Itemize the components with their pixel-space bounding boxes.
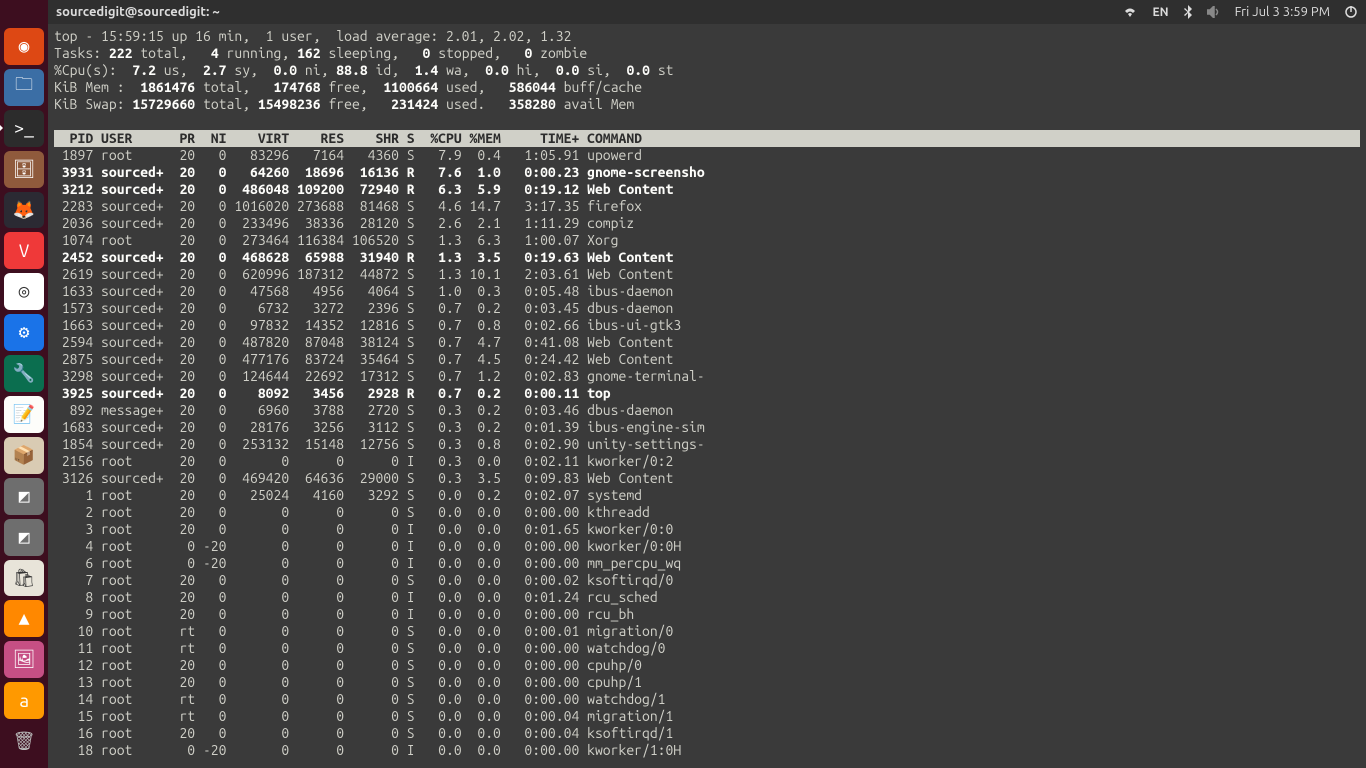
launcher-item-tweak[interactable]: 🔧 [4,355,44,392]
launcher-item-vivaldi[interactable]: V [4,232,44,269]
top-summary-line: top - 15:59:15 up 16 min, 1 user, load a… [54,28,1360,45]
launcher-item-software[interactable]: 🛍 [4,560,44,597]
launcher-item-image[interactable]: 🖼 [4,641,44,678]
top-summary-line: Tasks: 222 total, 4 running, 162 sleepin… [54,45,1360,62]
process-row: 2875 sourced+ 20 0 477176 83724 35464 S … [54,351,1360,368]
volume-icon[interactable] [1207,6,1221,18]
process-row: 3126 sourced+ 20 0 469420 64636 29000 S … [54,470,1360,487]
launcher-item-nautilus[interactable]: 🗄 [4,151,44,188]
process-row: 6 root 0 -20 0 0 0 I 0.0 0.0 0:00.00 mm_… [54,555,1360,572]
process-row: 3298 sourced+ 20 0 124644 22692 17312 S … [54,368,1360,385]
launcher-item-archiver[interactable]: 📦 [4,437,44,474]
launcher-item-dash[interactable]: ◉ [4,28,44,65]
top-summary-line: %Cpu(s): 7.2 us, 2.7 sy, 0.0 ni, 88.8 id… [54,62,1360,79]
launcher-item-terminal[interactable]: >_ [4,110,44,147]
blank-line [54,113,1360,130]
launcher-item-files[interactable]: 🗀 [4,69,44,106]
process-row: 1663 sourced+ 20 0 97832 14352 12816 S 0… [54,317,1360,334]
top-menubar: sourcedigit@sourcedigit: ~ EN Fri Jul 3 … [48,0,1366,24]
process-row: 2619 sourced+ 20 0 620996 187312 44872 S… [54,266,1360,283]
unity-launcher: ◉ 🗀 >_ 🗄 🦊V ◎ ⚙ 🔧 📝 📦 ◩ ◩ 🛍▲ 🖼 a 🗑 [0,0,48,768]
language-indicator[interactable]: EN [1152,6,1168,19]
indicator-area: EN Fri Jul 3 3:59 PM [1122,5,1358,19]
launcher-item-chrome[interactable]: ◎ [4,273,44,310]
process-row: 18 root 0 -20 0 0 0 I 0.0 0.0 0:00.00 kw… [54,742,1360,759]
process-row: 1633 sourced+ 20 0 47568 4956 4064 S 1.0… [54,283,1360,300]
process-row: 3931 sourced+ 20 0 64260 18696 16136 R 7… [54,164,1360,181]
process-row: 892 message+ 20 0 6960 3788 2720 S 0.3 0… [54,402,1360,419]
process-row: 1074 root 20 0 273464 116384 106520 S 1.… [54,232,1360,249]
process-row: 1854 sourced+ 20 0 253132 15148 12756 S … [54,436,1360,453]
process-row: 15 root rt 0 0 0 0 S 0.0 0.0 0:00.04 mig… [54,708,1360,725]
top-summary-line: KiB Mem : 1861476 total, 174768 free, 11… [54,79,1360,96]
process-row: 11 root rt 0 0 0 0 S 0.0 0.0 0:00.00 wat… [54,640,1360,657]
process-row: 2452 sourced+ 20 0 468628 65988 31940 R … [54,249,1360,266]
top-summary-line: KiB Swap: 15729660 total, 15498236 free,… [54,96,1360,113]
process-row: 12 root 20 0 0 0 0 S 0.0 0.0 0:00.00 cpu… [54,657,1360,674]
process-row: 2156 root 20 0 0 0 0 I 0.3 0.0 0:02.11 k… [54,453,1360,470]
launcher-item-firefox[interactable]: 🦊 [4,192,44,229]
process-row: 1897 root 20 0 83296 7164 4360 S 7.9 0.4… [54,147,1360,164]
process-row: 7 root 20 0 0 0 0 S 0.0 0.0 0:00.02 ksof… [54,572,1360,589]
process-row: 10 root rt 0 0 0 0 S 0.0 0.0 0:00.01 mig… [54,623,1360,640]
clock[interactable]: Fri Jul 3 3:59 PM [1235,5,1330,19]
wifi-icon[interactable] [1122,6,1138,18]
process-row: 2 root 20 0 0 0 0 S 0.0 0.0 0:00.00 kthr… [54,504,1360,521]
launcher-item-vlc[interactable]: ▲ [4,600,44,637]
process-row: 1683 sourced+ 20 0 28176 3256 3112 S 0.3… [54,419,1360,436]
process-row: 3 root 20 0 0 0 0 I 0.0 0.0 0:01.65 kwor… [54,521,1360,538]
process-row: 2594 sourced+ 20 0 487820 87048 38124 S … [54,334,1360,351]
process-row: 16 root 20 0 0 0 0 S 0.0 0.0 0:00.04 kso… [54,725,1360,742]
process-row: 4 root 0 -20 0 0 0 I 0.0 0.0 0:00.00 kwo… [54,538,1360,555]
process-row: 9 root 20 0 0 0 0 I 0.0 0.0 0:00.00 rcu_… [54,606,1360,623]
launcher-trash[interactable]: 🗑 [4,723,44,760]
process-row: 3925 sourced+ 20 0 8092 3456 2928 R 0.7 … [54,385,1360,402]
terminal-window[interactable]: top - 15:59:15 up 16 min, 1 user, load a… [48,24,1366,768]
bluetooth-icon[interactable] [1183,5,1193,19]
launcher-item-settings-blue[interactable]: ⚙ [4,314,44,351]
launcher-item-grey1[interactable]: ◩ [4,478,44,515]
window-title: sourcedigit@sourcedigit: ~ [56,5,1122,19]
process-row: 2283 sourced+ 20 0 1016020 273688 81468 … [54,198,1360,215]
process-row: 13 root 20 0 0 0 0 S 0.0 0.0 0:00.00 cpu… [54,674,1360,691]
process-row: 1 root 20 0 25024 4160 3292 S 0.0 0.2 0:… [54,487,1360,504]
process-row: 1573 sourced+ 20 0 6732 3272 2396 S 0.7 … [54,300,1360,317]
launcher-item-editor[interactable]: 📝 [4,396,44,433]
process-row: 14 root rt 0 0 0 0 S 0.0 0.0 0:00.00 wat… [54,691,1360,708]
process-row: 3212 sourced+ 20 0 486048 109200 72940 R… [54,181,1360,198]
launcher-item-grey2[interactable]: ◩ [4,519,44,556]
process-row: 2036 sourced+ 20 0 233496 38336 28120 S … [54,215,1360,232]
launcher-item-amazon[interactable]: a [4,682,44,719]
power-icon[interactable] [1344,5,1358,19]
top-column-header: PID USER PR NI VIRT RES SHR S %CPU %MEM … [54,130,1360,147]
process-row: 8 root 20 0 0 0 0 I 0.0 0.0 0:01.24 rcu_… [54,589,1360,606]
